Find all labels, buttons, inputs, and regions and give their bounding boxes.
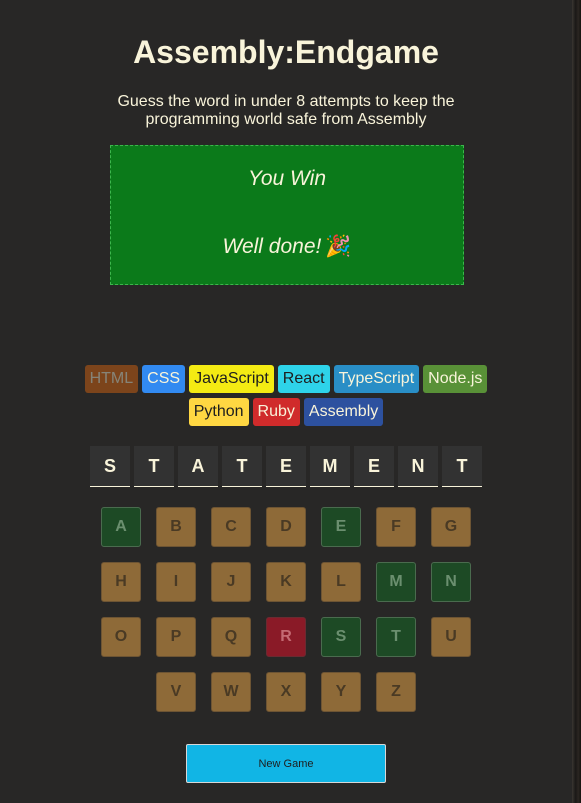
word-letter: N [398,446,438,487]
language-chip-ruby: Ruby [252,398,300,426]
status-message: Well done! [222,235,322,258]
language-chips: HTML CSS JavaScript React TypeScript Node.js P… [80,365,492,426]
page-title: Assembly:Endgame [133,34,439,70]
key-d[interactable]: D [266,507,306,547]
keyboard: ABCDEFG HIJKLMN OPQRSTU VWXYZ [100,507,472,712]
key-q[interactable]: Q [211,617,251,657]
word-letter: M [310,446,350,487]
language-chip-html: HTML [84,365,139,393]
language-chip-typescript: TypeScript [333,365,420,393]
key-u[interactable]: U [431,617,471,657]
key-t[interactable]: T [376,617,416,657]
key-m[interactable]: M [376,562,416,602]
word-letter: T [442,446,482,487]
word-letter: S [90,446,130,487]
key-f[interactable]: F [376,507,416,547]
word-letter: E [354,446,394,487]
language-chip-assembly: Assembly [303,398,384,426]
key-p[interactable]: P [156,617,196,657]
key-s[interactable]: S [321,617,361,657]
language-chip-python: Python [188,398,249,426]
key-n[interactable]: N [431,562,471,602]
key-x[interactable]: X [266,672,306,712]
language-chip-react: React [277,365,330,393]
key-z[interactable]: Z [376,672,416,712]
key-k[interactable]: K [266,562,306,602]
key-l[interactable]: L [321,562,361,602]
game-container: Assembly:Endgame Guess the word in under… [0,0,572,803]
word-letter: T [134,446,174,487]
key-h[interactable]: H [101,562,141,602]
game-status-banner: You Win Well done! 🎉 [110,145,464,285]
key-w[interactable]: W [211,672,251,712]
word-letter: T [222,446,262,487]
window-edge [572,0,581,803]
key-v[interactable]: V [156,672,196,712]
key-y[interactable]: Y [321,672,361,712]
key-i[interactable]: I [156,562,196,602]
key-a[interactable]: A [101,507,141,547]
party-popper-icon: 🎉 [325,235,352,258]
word-letter: E [266,446,306,487]
key-j[interactable]: J [211,562,251,602]
language-chip-node-js: Node.js [423,365,488,393]
new-game-button[interactable]: New Game [186,744,386,783]
status-message-line: Well done! 🎉 [111,234,463,260]
key-r[interactable]: R [266,617,306,657]
key-b[interactable]: B [156,507,196,547]
language-chip-css: CSS [142,365,186,393]
key-e[interactable]: E [321,507,361,547]
word-letter: A [178,446,218,487]
key-g[interactable]: G [431,507,471,547]
key-c[interactable]: C [211,507,251,547]
language-chip-javascript: JavaScript [189,365,274,393]
word-display: STATEMENT [0,446,572,487]
status-title: You Win [247,167,327,190]
game-instructions: Guess the word in under 8 attempts to ke… [117,93,455,128]
key-o[interactable]: O [101,617,141,657]
